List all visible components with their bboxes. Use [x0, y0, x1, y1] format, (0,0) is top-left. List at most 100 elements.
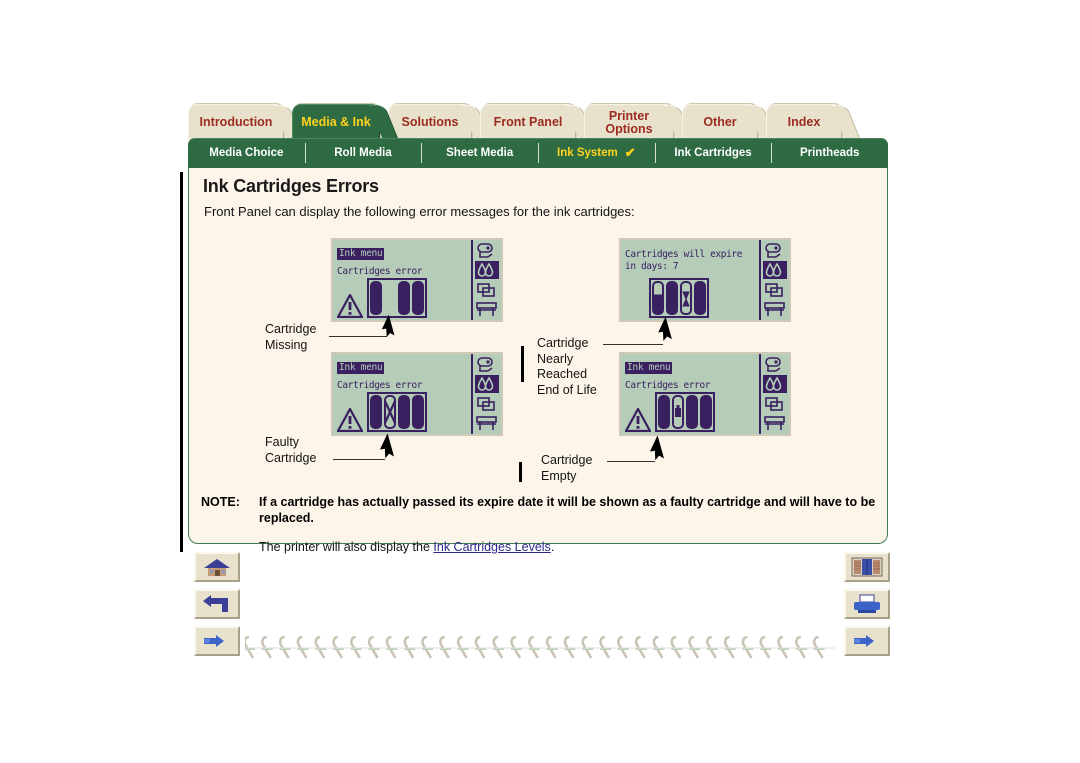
cartridge-slot-2-missing — [384, 281, 396, 315]
callout-line: Empty — [541, 468, 577, 483]
subnav-item-sheet-media[interactable]: Sheet Media — [421, 138, 538, 168]
cartridge-slot-1-half — [652, 281, 664, 315]
tab-introduction-label: Introduction — [199, 115, 273, 129]
callout-cartridge-empty: Cartridge Empty — [541, 453, 592, 484]
note-label: NOTE: — [201, 495, 240, 509]
print-button[interactable] — [844, 589, 890, 619]
index-button[interactable] — [844, 552, 890, 582]
page-title: Ink Cartridges Errors — [203, 176, 379, 196]
subnav-item-roll-media[interactable]: Roll Media — [304, 138, 422, 168]
cartridge-slot-3 — [398, 395, 410, 429]
callout-line: Cartridge — [541, 453, 593, 467]
tab-media-and-ink-label: Media & Ink — [301, 115, 371, 129]
arrow-cartridge-empty — [649, 435, 665, 461]
back-button[interactable] — [194, 589, 240, 619]
callout-line: Reached — [537, 367, 588, 381]
intro-text: Front Panel can display the following er… — [204, 204, 635, 219]
page-edge-rule — [180, 172, 183, 552]
callout-line: Nearly — [537, 351, 574, 366]
printer-stand-icon — [476, 302, 497, 316]
cartridge-bay — [655, 392, 715, 432]
printer-stand-icon — [764, 302, 785, 316]
tab-media-and-ink[interactable]: Media & Ink — [292, 104, 380, 140]
subnav-item-printheads[interactable]: Printheads — [771, 138, 888, 168]
tab-other[interactable]: Other — [682, 104, 758, 140]
tab-printer-options-label-line2: Options — [605, 121, 653, 136]
cartridge-slot-2-empty — [672, 395, 684, 429]
subnav-item-printheads-label: Printheads — [799, 147, 860, 159]
after-note-prefix: The printer will also display the — [259, 540, 434, 554]
lcd-screen-area: Ink menu Cartridges error — [333, 240, 471, 320]
lcd-cartridge-nearly-end-of-life: Cartridges will expire in days: 7 — [619, 238, 791, 322]
tab-front-panel-label: Front Panel — [493, 115, 563, 129]
subnav-item-media-choice[interactable]: Media Choice — [188, 138, 305, 168]
lcd-faulty-cartridge: Ink menu Cartridges error — [331, 352, 503, 436]
lcd-message: Cartridges error — [337, 380, 423, 391]
subnav-item-ink-cartridges[interactable]: Ink Cartridges — [654, 138, 772, 168]
arrow-nearly-end-of-life — [658, 316, 672, 341]
lcd-menu-title: Ink menu — [337, 248, 385, 260]
cartridge-slot-4 — [412, 281, 424, 315]
leader-line-faulty-cartridge — [333, 459, 385, 460]
tab-solutions[interactable]: Solutions — [388, 104, 472, 140]
tab-printer-options-label-line1: Printer — [608, 108, 650, 123]
cartridge-slot-3 — [398, 281, 410, 315]
callout-marker-bar — [519, 462, 522, 482]
note-block: NOTE: If a cartridge has actually passed… — [201, 494, 877, 526]
warning-triangle-icon — [337, 294, 363, 318]
cartridge-bay — [649, 278, 709, 318]
cartridge-slot-3-expiring — [680, 281, 692, 315]
cartridge-bay — [367, 278, 427, 318]
spiral-binding — [245, 636, 835, 659]
subnav-item-ink-system[interactable]: Ink System ✔ — [538, 138, 655, 168]
tab-printer-options[interactable]: Printer Options — [584, 104, 674, 140]
callout-line: Cartridge — [265, 322, 317, 336]
sheet-media-icon — [765, 282, 783, 297]
tab-index-label: Index — [787, 115, 821, 129]
callout-cartridge-nearly-end-of-life: Cartridge Nearly Reached End of Life — [537, 336, 597, 398]
home-button[interactable] — [194, 552, 240, 582]
lcd-cartridge-missing: Ink menu Cartridges error — [331, 238, 503, 322]
callout-marker-bar — [521, 346, 524, 382]
callout-cartridge-missing: Cartridge Missing — [265, 322, 316, 353]
leader-line-cartridge-empty — [607, 461, 655, 462]
ink-drops-icon — [475, 261, 499, 280]
lcd-icon-strip — [471, 354, 501, 434]
pointing-hand-icon — [854, 635, 874, 647]
check-icon: ✔ — [624, 145, 636, 160]
link-ink-cartridges-levels[interactable]: Ink Cartridges Levels — [433, 540, 550, 554]
cartridge-slot-3 — [686, 395, 698, 429]
house-icon — [204, 559, 230, 576]
cartridge-slot-2 — [666, 281, 678, 315]
subnav-item-media-choice-label: Media Choice — [209, 147, 284, 159]
lcd-screen-area: Ink menu Cartridges error — [333, 354, 471, 434]
lcd-icon-strip — [471, 240, 501, 320]
printer-icon — [854, 594, 880, 613]
hourglass-icon — [682, 291, 690, 307]
empty-cartridge-icon — [675, 405, 681, 417]
tab-other-label: Other — [703, 115, 737, 129]
sheet-media-icon — [765, 396, 783, 411]
arrow-cartridge-missing — [381, 314, 395, 338]
leader-line-nearly-end-of-life — [603, 344, 663, 345]
tab-introduction[interactable]: Introduction — [188, 104, 284, 140]
subnav-item-ink-cartridges-label: Ink Cartridges — [674, 147, 752, 159]
warning-triangle-icon — [625, 408, 651, 432]
printer-stand-icon — [476, 416, 497, 430]
roll-media-icon — [477, 243, 493, 258]
lcd-message: Cartridges error — [625, 380, 711, 391]
cartridge-slot-4 — [412, 395, 424, 429]
next-left-button[interactable] — [194, 626, 240, 656]
next-right-button[interactable] — [844, 626, 890, 656]
lcd-icon-strip — [759, 240, 789, 320]
lcd-message: Cartridges will expire in days: 7 — [625, 249, 743, 272]
note-text: If a cartridge has actually passed its e… — [259, 495, 876, 525]
tab-front-panel[interactable]: Front Panel — [480, 104, 576, 140]
subnav-item-sheet-media-label: Sheet Media — [446, 147, 514, 159]
tab-index[interactable]: Index — [766, 104, 842, 140]
cartridge-slot-1 — [658, 395, 670, 429]
callout-faulty-cartridge: Faulty Cartridge — [265, 435, 316, 466]
lcd-menu-title: Ink menu — [337, 362, 385, 374]
ink-drops-icon — [475, 375, 499, 394]
callout-line: Missing — [265, 337, 308, 352]
